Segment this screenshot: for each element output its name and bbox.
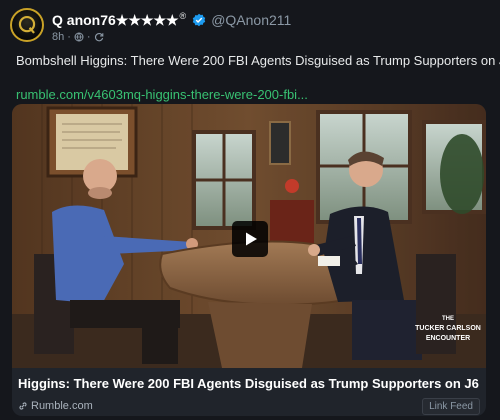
timestamp[interactable]: 8h: [52, 31, 64, 43]
post-link[interactable]: rumble.com/v4603mq-higgins-there-were-20…: [16, 87, 308, 102]
display-name[interactable]: Q anon76★★★★★: [52, 12, 179, 29]
card-source[interactable]: Rumble.com: [18, 400, 93, 412]
watermark-line-3: ENCOUNTER: [426, 335, 470, 342]
post: Q anon76★★★★★ ® @QAnon211 8h · · Bombshe…: [0, 0, 500, 420]
author-row: Q anon76★★★★★ ® @QAnon211: [52, 11, 291, 29]
globe-icon: [74, 32, 84, 42]
refresh-icon: [94, 33, 103, 42]
card-footer: Rumble.com Link Feed: [18, 398, 480, 415]
avatar[interactable]: [10, 8, 44, 42]
meta-separator: ·: [86, 31, 91, 43]
video-thumbnail[interactable]: THE TUCKER CARLSON ENCOUNTER: [12, 104, 486, 368]
link-icon: [19, 402, 27, 410]
post-meta: 8h · ·: [52, 31, 104, 43]
watermark-line-2: TUCKER CARLSON: [415, 325, 481, 332]
link-preview-card[interactable]: THE TUCKER CARLSON ENCOUNTER Higgins: Th…: [12, 104, 486, 416]
verified-badge-icon: [192, 13, 206, 27]
card-source-label: Rumble.com: [31, 400, 93, 412]
avatar-q-logo-icon: [18, 15, 36, 34]
registered-mark: ®: [179, 11, 187, 21]
handle[interactable]: @QAnon211: [211, 12, 291, 28]
post-text: Bombshell Higgins: There Were 200 FBI Ag…: [16, 53, 500, 68]
link-feed-button[interactable]: Link Feed: [422, 398, 480, 415]
play-icon: [246, 232, 257, 246]
meta-separator: ·: [67, 31, 71, 43]
card-title[interactable]: Higgins: There Were 200 FBI Agents Disgu…: [18, 376, 479, 391]
play-button[interactable]: [232, 221, 268, 257]
watermark-line-1: THE: [442, 316, 454, 322]
